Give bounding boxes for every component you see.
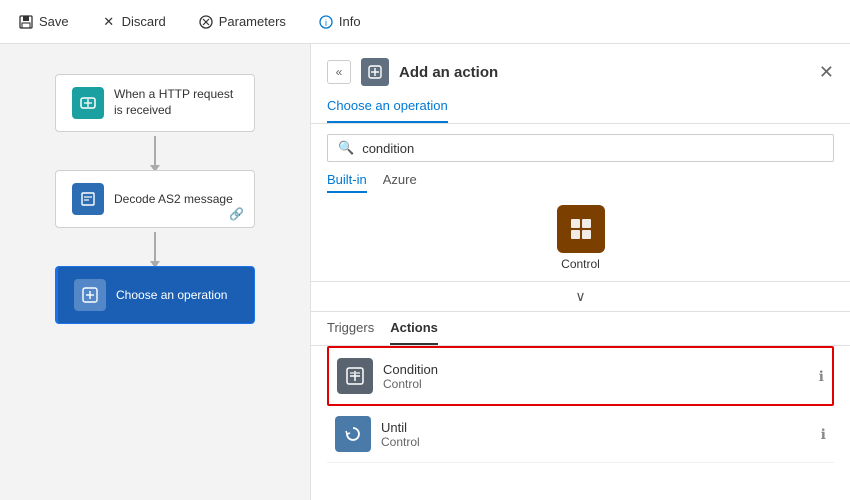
toolbar: Save ✕ Discard Parameters i Info (0, 0, 850, 44)
condition-operation-item[interactable]: Condition Control ℹ (327, 346, 834, 406)
parameters-icon (198, 14, 214, 30)
panel-tabs: Choose an operation (311, 90, 850, 124)
info-icon: i (318, 14, 334, 30)
discard-button[interactable]: ✕ Discard (95, 10, 172, 34)
condition-info-button[interactable]: ℹ (819, 368, 824, 385)
decode-as2-icon (72, 183, 104, 215)
decode-as2-label: Decode AS2 message (114, 192, 233, 206)
parameters-button[interactable]: Parameters (192, 10, 292, 34)
condition-op-sub: Control (383, 377, 809, 391)
actions-tab[interactable]: Actions (390, 320, 438, 345)
expand-row[interactable]: ∨ (311, 282, 850, 312)
discard-icon: ✕ (101, 14, 117, 30)
operations-list: Condition Control ℹ Until Control ℹ (311, 346, 850, 500)
condition-op-info: Condition Control (383, 362, 809, 391)
http-request-label: When a HTTP requestis received (114, 87, 233, 118)
search-input[interactable] (362, 141, 823, 156)
flow-canvas: When a HTTP requestis received Decode AS… (0, 44, 310, 500)
discard-label: Discard (122, 14, 166, 29)
search-icon: 🔍 (338, 140, 354, 156)
section-tabs: Triggers Actions (311, 312, 850, 346)
until-op-icon (335, 416, 371, 452)
connector-2 (154, 232, 156, 262)
save-label: Save (39, 14, 69, 29)
filter-tabs: Built-in Azure (311, 172, 850, 193)
save-icon (18, 14, 34, 30)
panel-collapse-button[interactable]: « (327, 60, 351, 84)
svg-text:i: i (325, 18, 327, 28)
connectors-section: Control (311, 199, 850, 282)
until-info-button[interactable]: ℹ (821, 426, 826, 443)
choose-operation-icon (74, 279, 106, 311)
choose-operation-label: Choose an operation (116, 288, 227, 302)
info-label: Info (339, 14, 361, 29)
filter-builtin[interactable]: Built-in (327, 172, 367, 193)
info-button[interactable]: i Info (312, 10, 367, 34)
collapse-icon: « (336, 65, 343, 79)
panel-title: Add an action (399, 64, 809, 81)
until-op-name: Until (381, 420, 811, 435)
control-connector-label: Control (561, 257, 600, 271)
main-area: When a HTTP requestis received Decode AS… (0, 44, 850, 500)
link-icon: 🔗 (229, 207, 244, 221)
decode-as2-node[interactable]: Decode AS2 message 🔗 (55, 170, 255, 228)
until-operation-item[interactable]: Until Control ℹ (327, 406, 834, 463)
parameters-label: Parameters (219, 14, 286, 29)
triggers-tab[interactable]: Triggers (327, 320, 374, 345)
panel-title-icon (361, 58, 389, 86)
until-op-info: Until Control (381, 420, 811, 449)
search-input-wrap: 🔍 (327, 134, 834, 162)
control-connector-card[interactable]: Control (327, 205, 834, 271)
connector-1 (154, 136, 156, 166)
expand-chevron-icon: ∨ (575, 288, 585, 305)
panel-close-button[interactable]: ✕ (819, 63, 834, 81)
control-connector-icon (557, 205, 605, 253)
right-panel: « Add an action ✕ Choose an operation 🔍 (310, 44, 850, 500)
save-button[interactable]: Save (12, 10, 75, 34)
http-request-icon (72, 87, 104, 119)
search-area: 🔍 (311, 124, 850, 172)
filter-azure[interactable]: Azure (383, 172, 417, 193)
until-op-sub: Control (381, 435, 811, 449)
condition-op-icon (337, 358, 373, 394)
choose-operation-tab[interactable]: Choose an operation (327, 90, 448, 123)
http-request-node[interactable]: When a HTTP requestis received (55, 74, 255, 132)
panel-header: « Add an action ✕ (311, 44, 850, 86)
choose-operation-node[interactable]: Choose an operation (55, 266, 255, 324)
condition-op-name: Condition (383, 362, 809, 377)
